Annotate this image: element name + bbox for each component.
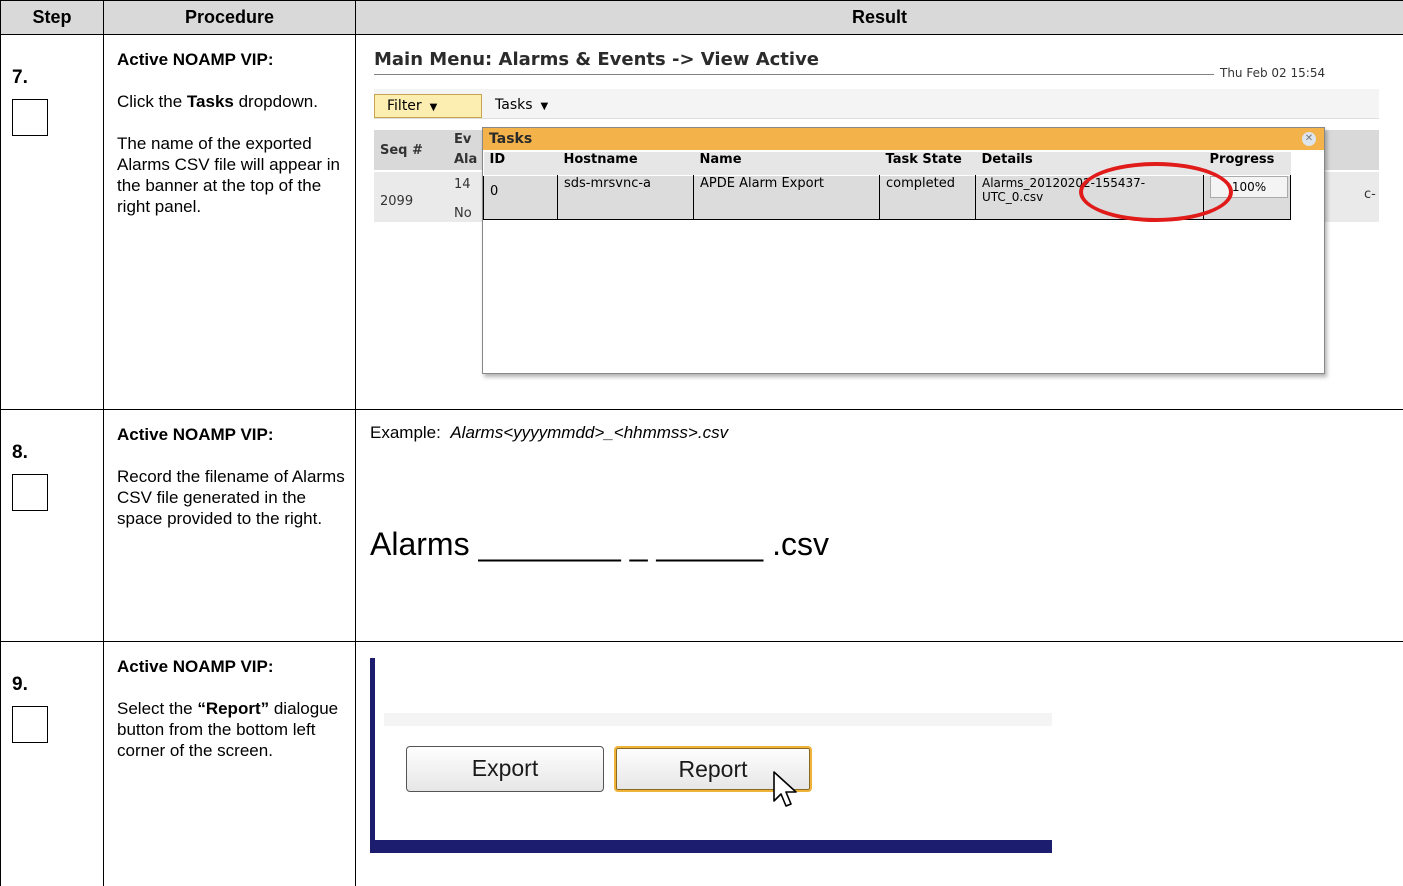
- procedure-text: Click the Tasks dropdown.: [117, 92, 318, 111]
- step-row-9: 9. Active NOAMP VIP: Select the “Report”…: [0, 641, 1403, 886]
- procedure-heading: Active NOAMP VIP:: [117, 657, 274, 676]
- column-header: Task State: [879, 152, 976, 175]
- chevron-down-icon: ▼: [540, 101, 549, 112]
- arrow-cursor-icon: [773, 771, 797, 807]
- tasks-popup: Tasks ✕ ID Hostname Name Task State Deta…: [482, 127, 1325, 374]
- column-header: Progress: [1203, 152, 1291, 175]
- task-state: completed: [879, 174, 976, 220]
- procedure-cell: Active NOAMP VIP: Select the “Report” di…: [103, 641, 356, 886]
- seq-column-header: Seq #: [380, 143, 423, 158]
- task-id: 0: [483, 174, 558, 220]
- popup-title: Tasks: [483, 128, 1324, 150]
- step-checkbox[interactable]: [12, 474, 48, 511]
- tasks-dropdown[interactable]: Tasks ▼: [495, 94, 548, 118]
- step-number: 9.: [12, 674, 28, 695]
- procedure-text: Record the filename of Alarms CSV file g…: [117, 467, 345, 528]
- result-cell: Main Menu: Alarms & Events -> View Activ…: [355, 34, 1403, 410]
- step-number: 7.: [12, 67, 28, 88]
- seq-cell: 2099: [380, 194, 414, 209]
- procedure-cell: Active NOAMP VIP: Record the filename of…: [103, 409, 356, 642]
- task-hostname: sds-mrsvnc-a: [557, 174, 694, 220]
- filename-entry-line[interactable]: Alarms ________ _ ______ .csv: [370, 526, 829, 563]
- procedure-heading: Active NOAMP VIP:: [117, 425, 274, 444]
- alarm-column-header: Ala: [454, 152, 478, 167]
- close-icon[interactable]: ✕: [1302, 132, 1316, 146]
- gray-band: [384, 713, 1052, 726]
- filename-example: Example: Alarms<yyyymmdd>_<hhmmss>.csv: [370, 423, 729, 442]
- column-header: Name: [693, 152, 880, 175]
- step-cell: 7.: [0, 34, 104, 410]
- report-button-screenshot: Export Report: [370, 658, 1052, 853]
- step-row-7: 7. Active NOAMP VIP: Click the Tasks dro…: [0, 34, 1403, 410]
- column-header: ID: [483, 152, 558, 175]
- result-header: Result: [355, 0, 1403, 35]
- table-header-row: Step Procedure Result: [0, 0, 1403, 35]
- view-active-screenshot: Main Menu: Alarms & Events -> View Activ…: [370, 49, 1379, 374]
- frame-left-border: [370, 658, 375, 853]
- step-cell: 8.: [0, 409, 104, 642]
- event-cell: 14: [454, 177, 471, 192]
- step-header: Step: [0, 0, 104, 35]
- frame-bottom-border: [370, 840, 1052, 853]
- column-header: Hostname: [557, 152, 694, 175]
- procedure-text: Select the “Report” dialogue button from…: [117, 699, 339, 760]
- procedure-header: Procedure: [103, 0, 356, 35]
- result-cell: Example: Alarms<yyyymmdd>_<hhmmss>.csv A…: [355, 409, 1403, 642]
- alarm-cell: No: [454, 206, 472, 221]
- datetime-label: Thu Feb 02 15:54: [1220, 66, 1326, 80]
- filter-button[interactable]: Filter ▼: [374, 94, 482, 118]
- step-number: 8.: [12, 442, 28, 463]
- step-checkbox[interactable]: [12, 706, 48, 743]
- step-checkbox[interactable]: [12, 99, 48, 136]
- task-name: APDE Alarm Export: [693, 174, 880, 220]
- procedure-cell: Active NOAMP VIP: Click the Tasks dropdo…: [103, 34, 356, 410]
- step-row-8: 8. Active NOAMP VIP: Record the filename…: [0, 409, 1403, 642]
- title-divider: [374, 74, 1214, 75]
- chevron-down-icon: ▼: [429, 102, 438, 113]
- page-title: Main Menu: Alarms & Events -> View Activ…: [374, 49, 820, 70]
- result-cell: Export Report: [355, 641, 1403, 886]
- step-cell: 9.: [0, 641, 104, 886]
- truncated-cell: c-: [1364, 187, 1376, 202]
- procedure-heading: Active NOAMP VIP:: [117, 50, 274, 69]
- event-column-header: Ev: [454, 132, 472, 147]
- export-button[interactable]: Export: [406, 746, 604, 792]
- procedure-table: Step Procedure Result 7. Active NOAMP VI…: [0, 0, 1403, 886]
- procedure-text: The name of the exported Alarms CSV file…: [117, 134, 340, 216]
- filename-highlight-circle: [1079, 162, 1233, 222]
